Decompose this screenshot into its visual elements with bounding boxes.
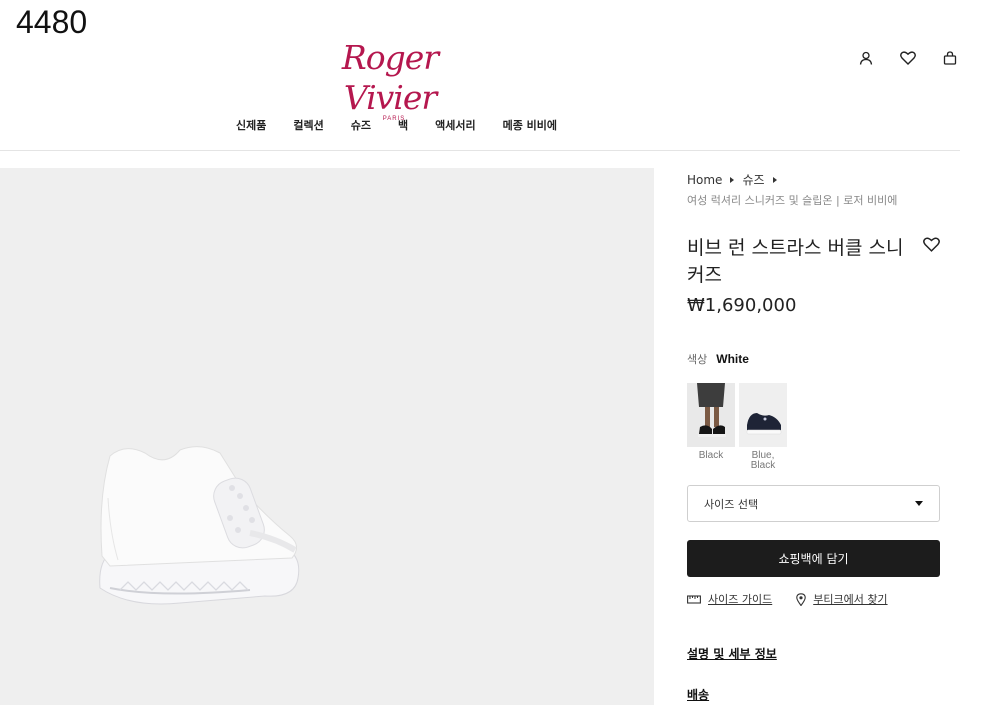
product-image[interactable] xyxy=(0,168,654,705)
color-label: 색상 xyxy=(687,353,708,366)
user-icon[interactable] xyxy=(856,48,876,68)
title-row: 비브 런 스트라스 버클 스니커즈 xyxy=(687,235,947,289)
product-price: ₩1,690,000 xyxy=(687,295,797,316)
find-boutique-link[interactable]: 부티크에서 찾기 xyxy=(796,591,888,607)
breadcrumb: Home 슈즈 xyxy=(687,171,947,188)
main-nav: 신제품 컬렉션 슈즈 백 액세서리 메종 비비에 xyxy=(236,117,557,133)
ruler-icon xyxy=(687,595,701,604)
size-select[interactable]: 사이즈 선택 xyxy=(687,485,940,522)
swatch-blue-black-thumbnail xyxy=(739,383,787,447)
caret-right-icon xyxy=(730,176,735,183)
swatch-black-label: Black xyxy=(698,450,724,461)
swatch-blue-black-label: Blue, Black xyxy=(750,450,776,471)
chevron-down-icon xyxy=(915,501,923,506)
shopping-bag-icon[interactable] xyxy=(940,48,960,68)
nav-shoes[interactable]: 슈즈 xyxy=(351,117,371,133)
product-title: 비브 런 스트라스 버클 스니커즈 xyxy=(687,237,904,286)
size-guide-link[interactable]: 사이즈 가이드 xyxy=(687,591,772,607)
nav-accessories[interactable]: 액세서리 xyxy=(435,117,475,133)
nav-new-arrivals[interactable]: 신제품 xyxy=(236,117,266,133)
size-select-placeholder: 사이즈 선택 xyxy=(704,497,759,511)
header-icons xyxy=(856,48,960,68)
shipping-link[interactable]: 배송 xyxy=(687,686,947,703)
helper-links: 사이즈 가이드 부티크에서 찾기 xyxy=(687,591,947,607)
breadcrumb-home[interactable]: Home xyxy=(687,173,722,187)
sneaker-illustration xyxy=(99,446,300,605)
nav-collections[interactable]: 컬렉션 xyxy=(293,117,323,133)
add-to-bag-button[interactable]: 쇼핑백에 담기 xyxy=(687,540,940,577)
corner-number: 4480 xyxy=(16,4,88,40)
product-panel: Home 슈즈 여성 럭셔리 스니커즈 및 슬립온 | 로저 비비에 비브 런 … xyxy=(687,168,947,703)
breadcrumb-category[interactable]: 슈즈 xyxy=(742,171,764,188)
brand-logo-script: Roger Vivier xyxy=(341,38,439,117)
color-value: White xyxy=(716,352,749,366)
color-swatches: Black Blue, Black xyxy=(687,383,947,471)
brand-logo[interactable]: Roger Vivier PARIS xyxy=(300,38,480,122)
swatch-black-thumbnail xyxy=(687,383,735,447)
swatch-blue-black[interactable]: Blue, Black xyxy=(739,383,787,471)
heart-icon[interactable] xyxy=(898,48,918,68)
details-link[interactable]: 설명 및 세부 정보 xyxy=(687,645,947,662)
color-row: 색상 White xyxy=(687,351,947,367)
swatch-black[interactable]: Black xyxy=(687,383,735,471)
breadcrumb-current[interactable]: 여성 럭셔리 스니커즈 및 슬립온 | 로저 비비에 xyxy=(687,192,947,208)
find-boutique-label: 부티크에서 찾기 xyxy=(813,593,888,606)
caret-right-icon xyxy=(772,176,777,183)
nav-maison-vivier[interactable]: 메종 비비에 xyxy=(503,117,557,133)
wishlist-heart-icon[interactable] xyxy=(923,237,941,255)
header-divider xyxy=(0,150,960,151)
size-guide-label: 사이즈 가이드 xyxy=(708,593,773,606)
nav-bags[interactable]: 백 xyxy=(398,117,408,133)
location-pin-icon xyxy=(796,592,806,606)
